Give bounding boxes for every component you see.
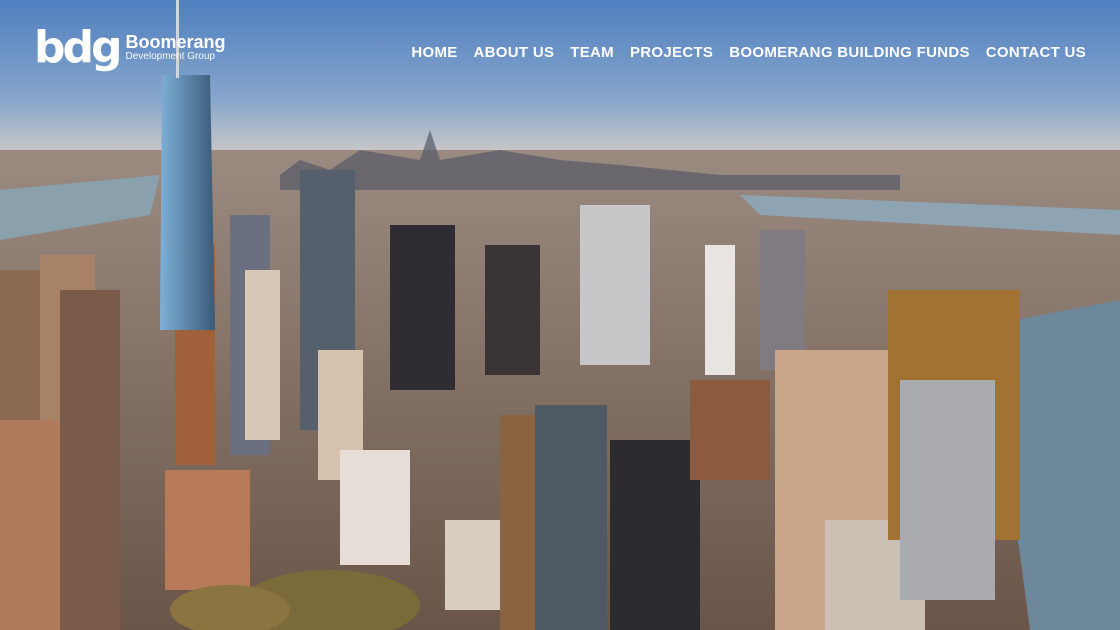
nav-about-us[interactable]: ABOUT US (474, 44, 555, 61)
logo-mark: bdg (34, 22, 122, 73)
nav-boomerang-building-funds[interactable]: BOOMERANG BUILDING FUNDS (729, 44, 970, 61)
nav-team[interactable]: TEAM (570, 44, 614, 61)
brand-tagline: Development Group (125, 51, 216, 62)
brand-name: Boomerang (125, 32, 226, 52)
logo-text: Boomerang Development Group (126, 33, 226, 63)
nav-contact-us[interactable]: CONTACT US (986, 44, 1086, 61)
main-navigation: HOME ABOUT US TEAM PROJECTS BOOMERANG BU… (411, 44, 1086, 61)
nav-projects[interactable]: PROJECTS (630, 44, 713, 61)
site-header: bdg Boomerang Development Group HOME ABO… (0, 0, 1120, 110)
brand-logo[interactable]: bdg Boomerang Development Group (34, 26, 226, 70)
nav-home[interactable]: HOME (411, 44, 457, 61)
